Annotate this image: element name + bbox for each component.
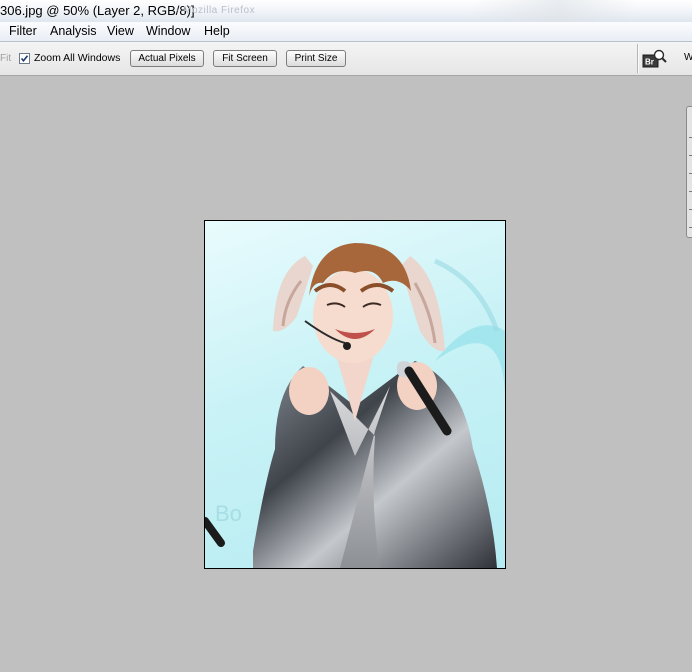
menu-help[interactable]: Help <box>204 24 230 38</box>
titlebar-glare <box>470 0 692 22</box>
fit-screen-button[interactable]: Fit Screen <box>213 50 277 67</box>
print-size-button[interactable]: Print Size <box>286 50 346 67</box>
bridge-icon-text: Br <box>645 58 654 67</box>
options-bar: Fit Zoom All Windows Actual Pixels Fit S… <box>0 42 692 76</box>
bridge-icon[interactable]: Br <box>642 48 668 70</box>
photo-image: Bo <box>205 243 505 568</box>
window-title-ghost: - Mozilla Firefox <box>176 5 256 16</box>
menu-filter[interactable]: Filter <box>9 24 37 38</box>
checkmark-icon <box>20 55 29 63</box>
fit-label: Fit <box>0 53 12 64</box>
zoom-all-windows-checkbox[interactable] <box>19 53 30 64</box>
zoom-all-windows-label: Zoom All Windows <box>34 52 121 64</box>
collapsed-panel-dock[interactable] <box>686 106 692 238</box>
options-bar-right-fragment: W <box>684 52 692 63</box>
svg-text:Bo: Bo <box>215 501 242 526</box>
document-canvas[interactable]: Bo <box>204 220 506 569</box>
actual-pixels-button[interactable]: Actual Pixels <box>130 50 204 67</box>
menu-window[interactable]: Window <box>146 24 190 38</box>
menu-bar: Filter Analysis View Window Help <box>0 22 692 42</box>
menu-analysis[interactable]: Analysis <box>50 24 97 38</box>
toolbar-separator <box>637 44 639 73</box>
window-titlebar: 306.jpg @ 50% (Layer 2, RGB/8)] - Mozill… <box>0 0 692 23</box>
menu-view[interactable]: View <box>107 24 134 38</box>
window-title: 306.jpg @ 50% (Layer 2, RGB/8)] <box>0 3 195 18</box>
